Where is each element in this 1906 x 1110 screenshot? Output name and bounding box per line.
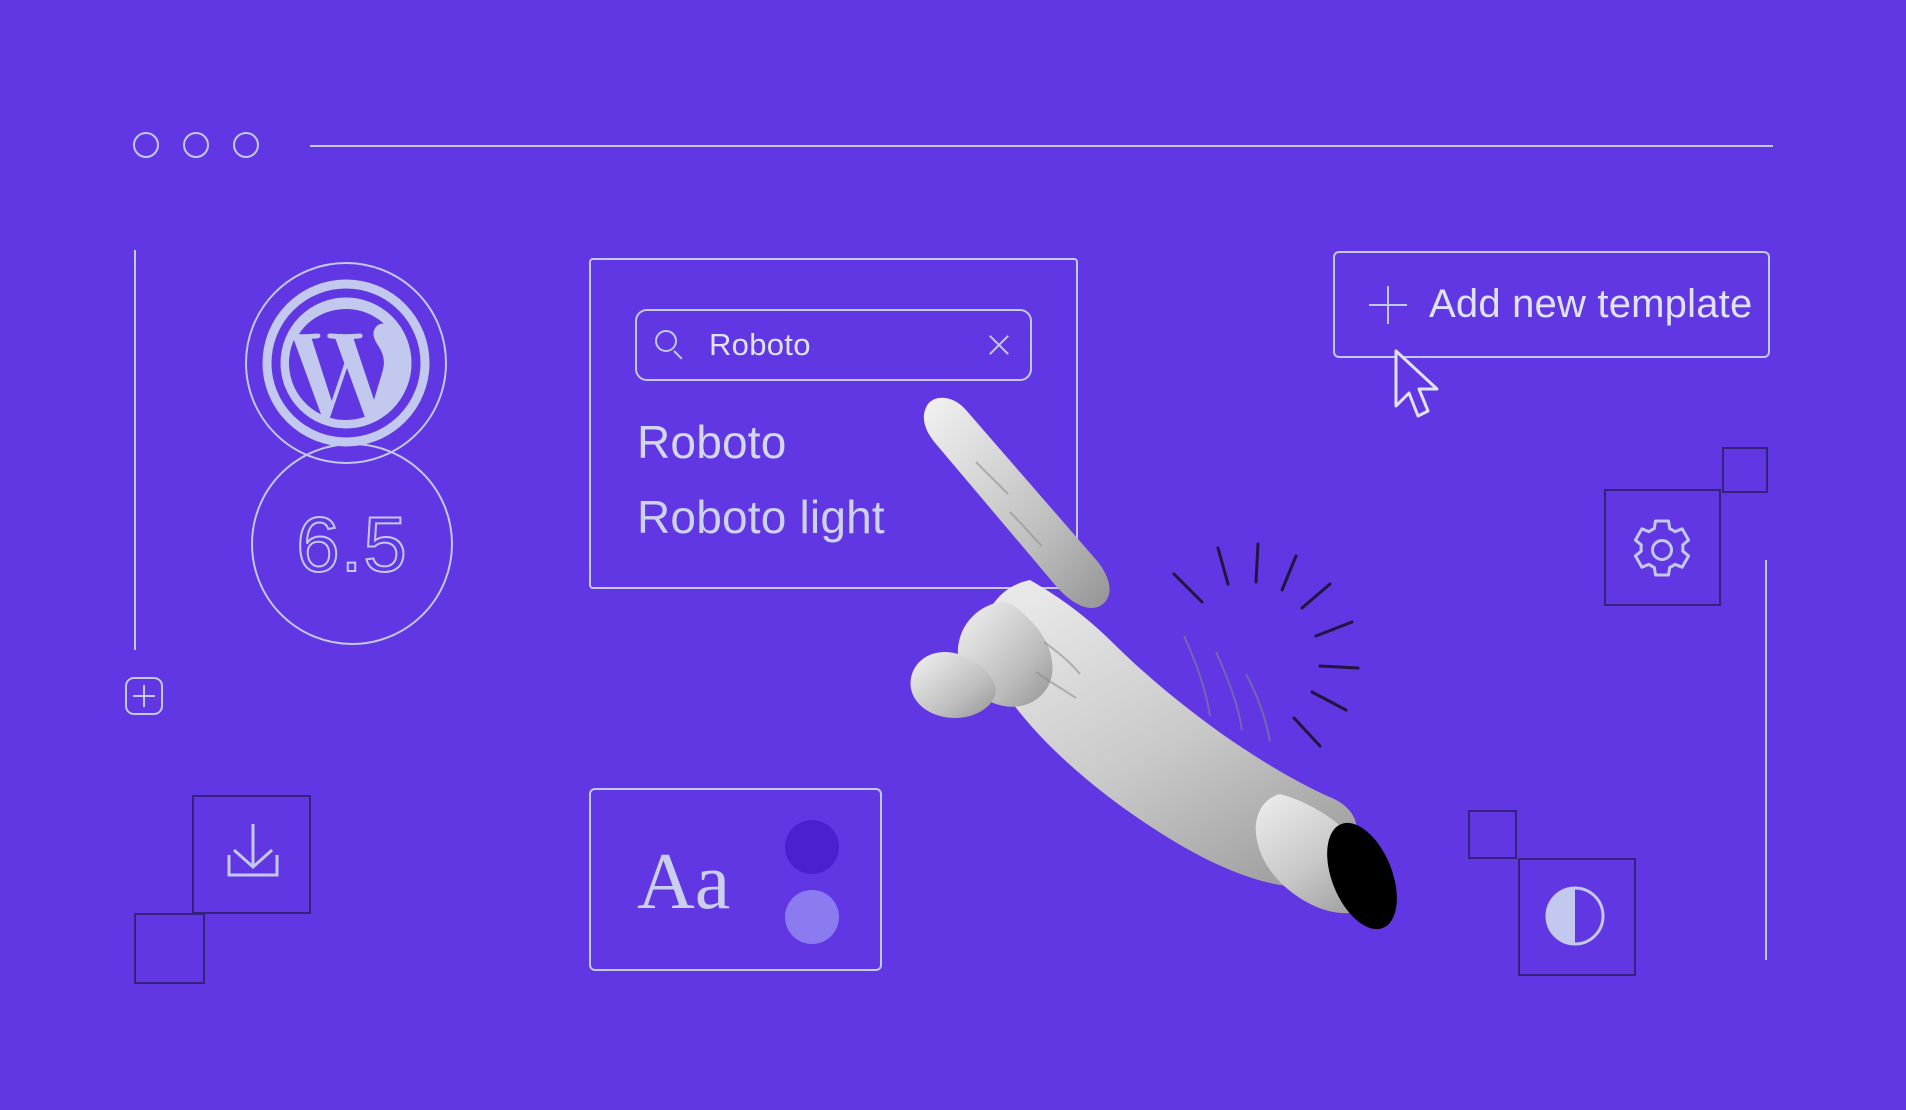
window-dot-3[interactable] — [233, 132, 259, 158]
wordpress-version-text: 6.5 — [295, 500, 408, 588]
plus-icon — [1369, 285, 1407, 324]
slider-right-track[interactable] — [1765, 560, 1767, 960]
font-search-input-wrapper[interactable]: Roboto — [635, 309, 1032, 381]
pointing-hand-photo — [910, 397, 1397, 930]
wordpress-version-badge: 6.5 — [251, 443, 453, 645]
gear-square-small-outline — [1722, 447, 1768, 493]
mouse-cursor-icon — [1394, 349, 1439, 418]
close-icon[interactable] — [986, 332, 1012, 358]
gear-icon[interactable] — [1630, 518, 1694, 582]
download-icon[interactable] — [220, 822, 286, 886]
font-result-roboto-light[interactable]: Roboto light — [637, 490, 885, 544]
header-divider — [310, 145, 1773, 147]
typography-sample-text: Aa — [637, 838, 731, 926]
slider-left-track[interactable] — [134, 250, 136, 650]
add-new-template-label: Add new template — [1429, 282, 1753, 326]
window-controls — [133, 132, 259, 158]
window-dot-2[interactable] — [183, 132, 209, 158]
search-icon — [655, 330, 685, 360]
plus-icon — [133, 685, 155, 707]
contrast-icon[interactable] — [1543, 884, 1607, 948]
swatch-dark[interactable] — [785, 820, 839, 874]
contrast-square-small-outline — [1468, 810, 1517, 859]
slider-left-handle[interactable] — [125, 677, 163, 715]
window-dot-1[interactable] — [133, 132, 159, 158]
font-result-roboto[interactable]: Roboto — [637, 415, 787, 469]
swatch-light[interactable] — [785, 890, 839, 944]
hero-illustration: 6.5 Roboto Roboto Roboto light Add new t… — [0, 0, 1906, 1110]
typography-card[interactable] — [589, 788, 882, 971]
add-new-template-button[interactable]: Add new template — [1333, 251, 1770, 358]
download-square-small-outline — [134, 913, 205, 984]
wordpress-logo-mark — [262, 279, 430, 447]
font-search-input[interactable]: Roboto — [709, 327, 986, 363]
